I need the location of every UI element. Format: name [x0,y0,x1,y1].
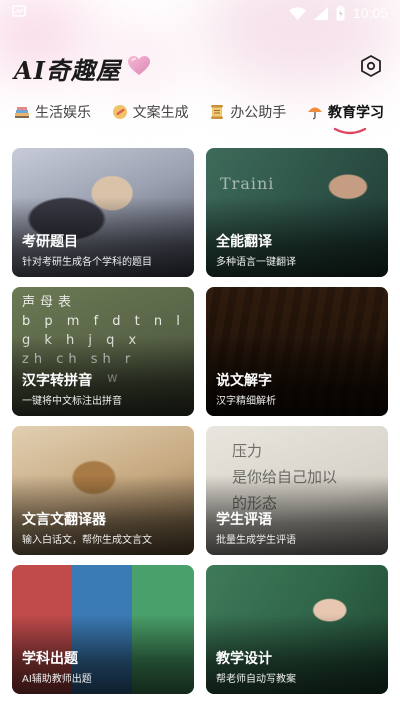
card-description: 针对考研生成各个学科的题目 [22,257,152,268]
feature-grid: 考研题目 针对考研生成各个学科的题目 Traini 全能翻译 多种语言一键翻译 … [12,148,388,694]
card-character-analysis[interactable]: 说文解字 汉字精细解析 [206,287,388,416]
card-postgrad-questions[interactable]: 考研题目 针对考研生成各个学科的题目 [12,148,194,277]
settings-button[interactable] [356,53,386,83]
card-description: 汉字精细解析 [216,396,276,407]
heart-icon [127,54,151,83]
card-description: 多种语言一键翻译 [216,257,296,268]
app-title: AI奇趣屋 [14,51,151,86]
tab-copywriting[interactable]: 文案生成 [112,97,189,127]
card-title: 汉字转拼音 [22,373,92,389]
hexagon-settings-icon [359,54,383,82]
card-description: 帮老师自动写教案 [216,674,296,685]
card-title: 说文解字 [216,373,272,389]
card-image-text: Traini [220,174,275,193]
card-description: AI辅助教师出题 [22,674,92,685]
card-subject-questions[interactable]: 学科出题 AI辅助教师出题 [12,565,194,694]
app-header: AI奇趣屋 [0,46,400,90]
umbrella-icon [307,104,323,120]
battery-icon [336,5,345,21]
category-tabs: 生活娱乐 文案生成 办公助手 教育学习 [0,92,400,135]
card-title: 教学设计 [216,651,272,667]
card-title: 全能翻译 [216,234,272,250]
card-classical-chinese-translator[interactable]: 文言文翻译器 输入白话文，帮你生成文言文 [12,426,194,555]
card-description: 批量生成学生评语 [216,535,296,546]
signal-icon [313,6,328,20]
card-chinese-to-pinyin[interactable]: 声母表 b p m f d t n l g k h j q x zh ch sh… [12,287,194,416]
tab-life-entertainment[interactable]: 生活娱乐 [14,97,91,127]
tab-label: 办公助手 [230,105,287,121]
pen-badge-icon [112,104,128,120]
wifi-icon [288,6,306,20]
status-bar: 10:05 [0,0,400,26]
tab-label: 生活娱乐 [35,105,91,121]
card-title: 考研题目 [22,234,78,250]
tab-education-learning[interactable]: 教育学习 [307,97,384,135]
status-time: 10:05 [352,5,388,21]
card-title: 文言文翻译器 [22,512,106,528]
card-title: 学生评语 [216,512,272,528]
tab-label: 教育学习 [327,105,384,121]
card-title: 学科出题 [22,651,78,667]
tab-label: 文案生成 [132,105,189,121]
active-tab-indicator [333,123,367,135]
card-teaching-design[interactable]: 教学设计 帮老师自动写教案 [206,565,388,694]
card-description: 一键将中文标注出拼音 [22,396,122,407]
card-description: 输入白话文，帮你生成文言文 [22,535,152,546]
app-title-text: AI奇趣屋 [14,55,121,85]
scroll-icon [209,104,225,120]
books-icon [14,104,30,120]
card-student-comments[interactable]: 压力 是你给自己加以 的形态 学生评语 批量生成学生评语 [206,426,388,555]
tab-office-assistant[interactable]: 办公助手 [209,97,286,127]
card-universal-translation[interactable]: Traini 全能翻译 多种语言一键翻译 [206,148,388,277]
notification-icon [12,5,26,21]
